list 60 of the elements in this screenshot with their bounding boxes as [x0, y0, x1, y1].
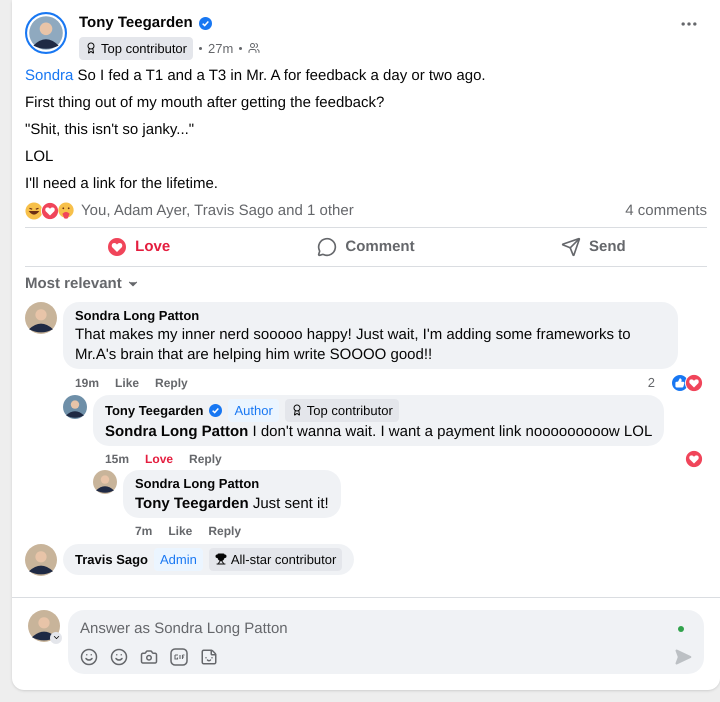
- action-button[interactable]: Send: [480, 230, 707, 264]
- laughing-emoji-icon: [25, 202, 43, 220]
- commenter-name[interactable]: Travis Sago: [75, 550, 148, 569]
- author-name[interactable]: Tony Teegarden: [79, 12, 193, 34]
- commenter-name[interactable]: Tony Teegarden: [105, 400, 204, 420]
- audience-icon: [248, 42, 260, 54]
- send-icon: [560, 236, 581, 257]
- award-icon: [85, 42, 97, 54]
- chevron-icon: [52, 633, 60, 642]
- post-text: I'll need a link for the lifetime.: [25, 174, 219, 194]
- role-tag: Admin: [154, 548, 203, 571]
- trophy-icon: [214, 553, 227, 566]
- reaction-count: 2: [648, 374, 655, 392]
- comment-field[interactable]: Answer as Sondra Long Patton: [68, 610, 704, 674]
- post-text: "Shit, this isn't so janky...": [25, 120, 196, 140]
- reply-link[interactable]: Reply: [208, 522, 242, 540]
- reaction-link[interactable]: Love: [145, 450, 174, 468]
- comment-text: Sondra Long Patton I don't wanna wait. I want a payment link nooooooooow LOL: [105, 422, 652, 442]
- comment-time: 19m: [75, 374, 100, 392]
- comment-time: 7m: [135, 522, 152, 540]
- sort-dropdown[interactable]: Most relevant: [25, 273, 140, 296]
- comment-input[interactable]: Answer as Sondra Long Patton: [80, 618, 678, 640]
- contributor-badge: Top contributor: [284, 398, 399, 422]
- contributor-badge: All-star contributor: [208, 548, 342, 571]
- role-tag: Author: [228, 398, 279, 422]
- commenter-name[interactable]: Sondra Long Patton: [75, 306, 200, 325]
- hugging-emoji-icon: [57, 202, 75, 220]
- comment-icon: [317, 236, 338, 257]
- avatar: [25, 302, 57, 334]
- avatar: [25, 544, 57, 576]
- gif-icon[interactable]: [170, 648, 188, 666]
- camera-icon[interactable]: [140, 648, 158, 666]
- emoji-icon[interactable]: [110, 648, 128, 666]
- heart-reaction-icon: [685, 450, 703, 468]
- action-button[interactable]: Comment: [252, 230, 480, 264]
- reaction-link[interactable]: Like: [115, 374, 140, 392]
- reaction-link[interactable]: Like: [168, 522, 192, 540]
- award-icon: [290, 404, 303, 416]
- avatar: [63, 394, 87, 418]
- commenter-name[interactable]: Sondra Long Patton: [135, 474, 260, 494]
- comment-time: 15m: [105, 451, 130, 468]
- avatar: [25, 12, 67, 54]
- post-text: LOL: [25, 147, 54, 167]
- comments-count[interactable]: 4 comments: [625, 200, 707, 222]
- post-text: Sondra So I fed a T1 and a T3 in Mr. A for feedback a day or two ago.: [25, 66, 487, 86]
- avatar: [93, 470, 117, 494]
- heart-reaction-icon: [107, 236, 128, 257]
- heart-reaction-icon: [685, 374, 703, 392]
- post-time[interactable]: 27m: [208, 38, 234, 58]
- post-text: First thing out of my mouth after getting the feedback?: [25, 93, 386, 113]
- reactions-summary[interactable]: You, Adam Ayer, Travis Sago and 1 other: [81, 200, 354, 222]
- heart-reaction-icon: [41, 202, 59, 220]
- comment-text: That makes my inner nerd sooooo happy! Just wait, I'm adding some frameworks to Mr.A's brain that are helping him write SOOOO good!!: [75, 325, 632, 365]
- avatar: [28, 610, 60, 642]
- sticker-icon[interactable]: [200, 648, 218, 666]
- comment-text: Tony Teegarden Just sent it!: [135, 494, 329, 514]
- contributor-badge: Top contributor: [79, 36, 193, 60]
- action-button[interactable]: Love: [25, 230, 252, 264]
- reply-link[interactable]: Reply: [189, 450, 222, 468]
- reply-link[interactable]: Reply: [155, 374, 188, 392]
